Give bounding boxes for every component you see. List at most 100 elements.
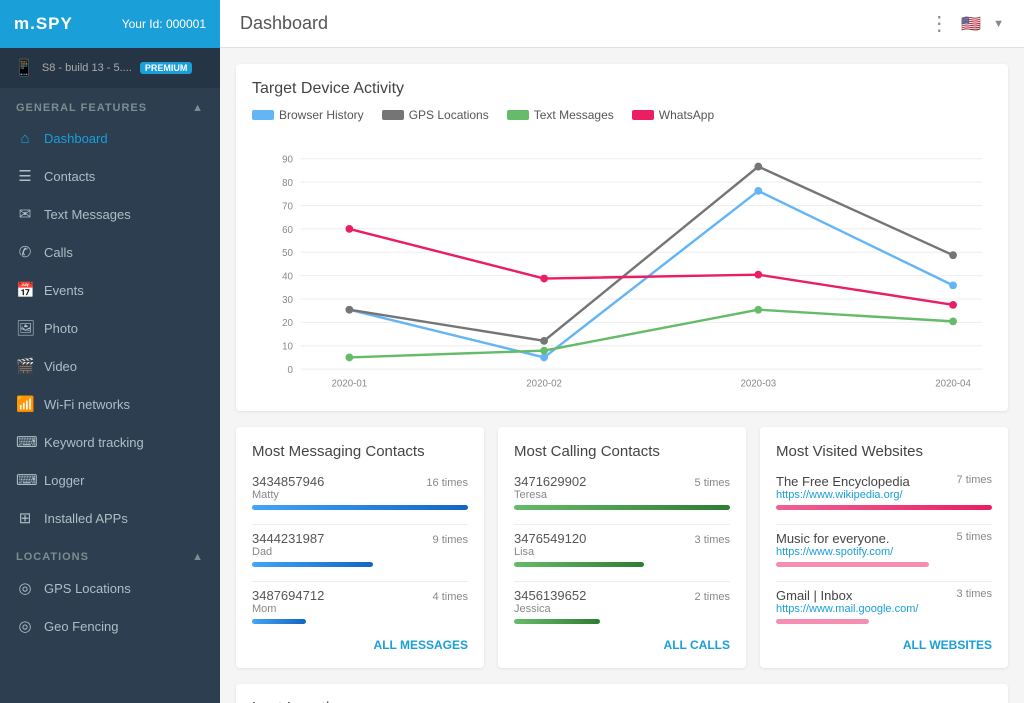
svg-text:10: 10 (282, 342, 293, 353)
topbar-right: ⋮ 🇺🇸 ▼ (929, 11, 1004, 36)
legend-gps-locations: GPS Locations (382, 108, 489, 122)
sidebar: m.SPY Your Id: 000001 📱 S8 - build 13 - … (0, 0, 220, 703)
gps-icon: ◎ (16, 579, 34, 597)
chart-svg-container: 0 10 20 30 40 50 60 70 80 90 2020-01 202… (252, 132, 992, 395)
svg-text:2020-01: 2020-01 (332, 379, 368, 390)
calling-card-title: Most Calling Contacts (514, 443, 730, 460)
messaging-contact-0: 3434857946 Matty 16 times (252, 474, 468, 510)
svg-text:2020-03: 2020-03 (740, 379, 776, 390)
last-locations-card: Last Locations (236, 684, 1008, 703)
dashboard-cards-row: Most Messaging Contacts 3434857946 Matty… (236, 427, 1008, 668)
sidebar-item-events[interactable]: 📅 Events (0, 271, 220, 309)
website-2: Gmail | Inbox https://www.mail.google.co… (776, 588, 992, 624)
calls-icon: ✆ (16, 243, 34, 261)
sidebar-item-gps-locations[interactable]: ◎ GPS Locations (0, 569, 220, 607)
messaging-bar-1 (252, 562, 373, 567)
legend-color-gps (382, 110, 404, 120)
page-title: Dashboard (240, 13, 328, 34)
dropdown-arrow-icon[interactable]: ▼ (993, 18, 1004, 30)
svg-text:60: 60 (282, 225, 293, 236)
section-general-features: GENERAL FEATURES ▲ (0, 92, 220, 120)
dots-menu-icon[interactable]: ⋮ (929, 11, 949, 36)
svg-text:2020-02: 2020-02 (526, 379, 562, 390)
websites-card: Most Visited Websites The Free Encyclope… (760, 427, 1008, 668)
keyword-icon: ⌨ (16, 433, 34, 451)
sidebar-item-keyword-tracking[interactable]: ⌨ Keyword tracking (0, 423, 220, 461)
device-name: S8 - build 13 - 5.... (42, 62, 132, 74)
sidebar-header: m.SPY Your Id: 000001 (0, 0, 220, 48)
video-icon: 🎬 (16, 357, 34, 375)
svg-text:2020-04: 2020-04 (935, 379, 971, 390)
line-chart-svg: 0 10 20 30 40 50 60 70 80 90 2020-01 202… (252, 132, 992, 392)
events-icon: 📅 (16, 281, 34, 299)
sidebar-item-text-messages[interactable]: ✉ Text Messages (0, 195, 220, 233)
website-bar-2 (776, 619, 869, 624)
website-1: Music for everyone. https://www.spotify.… (776, 531, 992, 567)
svg-text:90: 90 (282, 155, 293, 166)
calling-contacts-card: Most Calling Contacts 3471629902 Teresa … (498, 427, 746, 668)
sidebar-item-wifi[interactable]: 📶 Wi-Fi networks (0, 385, 220, 423)
main-content: Dashboard ⋮ 🇺🇸 ▼ Target Device Activity … (220, 0, 1024, 703)
sidebar-item-geo-fencing[interactable]: ◎ Geo Fencing (0, 607, 220, 645)
legend-text-messages: Text Messages (507, 108, 614, 122)
calling-bar-0 (514, 505, 730, 510)
all-calls-link[interactable]: ALL CALLS (514, 638, 730, 652)
content-area: Target Device Activity Browser History G… (220, 48, 1024, 703)
sidebar-item-dashboard[interactable]: ⌂ Dashboard (0, 120, 220, 157)
calling-contact-1: 3476549120 Lisa 3 times (514, 531, 730, 567)
sidebar-item-calls[interactable]: ✆ Calls (0, 233, 220, 271)
photo-icon: 🖼 (16, 319, 34, 337)
svg-text:20: 20 (282, 318, 293, 329)
sidebar-item-installed-apps[interactable]: ⊞ Installed APPs (0, 499, 220, 537)
section-locations: LOCATIONS ▲ (0, 541, 220, 569)
sidebar-item-logger[interactable]: ⌨ Logger (0, 461, 220, 499)
contacts-icon: ☰ (16, 167, 34, 185)
calling-contact-2: 3456139652 Jessica 2 times (514, 588, 730, 624)
device-bar: 📱 S8 - build 13 - 5.... PREMIUM (0, 48, 220, 88)
wifi-icon: 📶 (16, 395, 34, 413)
legend-color-whatsapp (632, 110, 654, 120)
websites-card-title: Most Visited Websites (776, 443, 992, 460)
website-bar-0 (776, 505, 992, 510)
messages-icon: ✉ (16, 205, 34, 223)
svg-text:0: 0 (287, 365, 293, 376)
calling-bar-2 (514, 619, 600, 624)
all-websites-link[interactable]: ALL WEBSITES (776, 638, 992, 652)
calling-contact-0: 3471629902 Teresa 5 times (514, 474, 730, 510)
logo: m.SPY (14, 14, 73, 34)
user-id: Your Id: 000001 (122, 17, 206, 31)
svg-text:30: 30 (282, 295, 293, 306)
svg-text:50: 50 (282, 248, 293, 259)
website-0: The Free Encyclopedia https://www.wikipe… (776, 474, 992, 510)
svg-text:70: 70 (282, 201, 293, 212)
activity-chart-card: Target Device Activity Browser History G… (236, 64, 1008, 411)
messaging-contact-1: 3444231987 Dad 9 times (252, 531, 468, 567)
messaging-bar-0 (252, 505, 468, 510)
svg-text:40: 40 (282, 272, 293, 283)
geo-icon: ◎ (16, 617, 34, 635)
chart-title: Target Device Activity (252, 80, 992, 98)
legend-color-browser (252, 110, 274, 120)
logger-icon: ⌨ (16, 471, 34, 489)
svg-text:80: 80 (282, 178, 293, 189)
flag-icon[interactable]: 🇺🇸 (961, 14, 981, 34)
calling-bar-1 (514, 562, 644, 567)
apps-icon: ⊞ (16, 509, 34, 527)
all-messages-link[interactable]: ALL MESSAGES (252, 638, 468, 652)
legend-whatsapp: WhatsApp (632, 108, 714, 122)
messaging-contacts-card: Most Messaging Contacts 3434857946 Matty… (236, 427, 484, 668)
sidebar-item-video[interactable]: 🎬 Video (0, 347, 220, 385)
legend-color-text (507, 110, 529, 120)
messaging-bar-2 (252, 619, 306, 624)
sidebar-item-photo[interactable]: 🖼 Photo (0, 309, 220, 347)
website-bar-1 (776, 562, 929, 567)
chart-legend: Browser History GPS Locations Text Messa… (252, 108, 992, 122)
device-icon: 📱 (14, 58, 34, 78)
messaging-contact-2: 3487694712 Mom 4 times (252, 588, 468, 624)
premium-badge: PREMIUM (140, 62, 193, 74)
sidebar-item-contacts[interactable]: ☰ Contacts (0, 157, 220, 195)
home-icon: ⌂ (16, 130, 34, 147)
messaging-card-title: Most Messaging Contacts (252, 443, 468, 460)
topbar: Dashboard ⋮ 🇺🇸 ▼ (220, 0, 1024, 48)
legend-browser-history: Browser History (252, 108, 364, 122)
